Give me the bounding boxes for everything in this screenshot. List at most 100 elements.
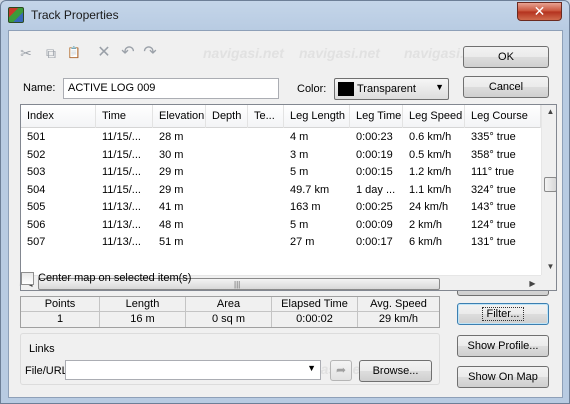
color-dropdown-value: Transparent [357,83,416,95]
browse-button[interactable]: Browse... [359,360,432,382]
table-cell: 24 km/h [409,201,449,213]
table-cell [248,234,284,251]
filter-button[interactable]: Filter... [457,303,549,325]
scroll-corner [541,275,556,290]
undo-icon[interactable]: ↶ [119,44,137,62]
column-header[interactable]: Elevation [153,105,206,128]
ok-button[interactable]: OK [463,46,549,68]
track-stats: Points 1 Length 16 m Area 0 sq m Elapsed… [20,296,440,328]
table-cell: 0:00:19 [356,148,393,161]
file-url-combobox[interactable]: ▼ [65,360,321,380]
table-cell: 0:00:23 [356,131,393,143]
table-cell: 506 [27,218,46,231]
scroll-down-icon[interactable]: ▼ [542,262,556,271]
table-cell: 11/13/... [102,201,141,213]
color-swatch [338,82,354,96]
column-header[interactable]: Leg Time [350,105,403,128]
table-cell: 3 m [290,148,309,161]
table-row[interactable]: 504 11/15/... 29 m 49.7 km 1 day ... 1.1 km/h… [21,182,541,199]
track-points-table[interactable]: Index Time Elevation Depth Te... Leg Length Le… [20,104,557,291]
delete-icon[interactable]: ✕ [95,44,113,62]
table-cell [206,234,248,251]
table-cell: 48 m [159,218,184,231]
filter-button-label: Filter... [482,307,524,321]
column-header[interactable]: Leg Length [284,105,350,128]
table-cell: 501 [27,131,46,143]
go-arrow-icon: ➦ [335,363,347,377]
copy-icon[interactable]: ⧉ [42,44,60,62]
track-properties-window: Track Properties ✕ navigasi.net navigasi… [0,0,570,404]
table-cell: 11/15/... [102,131,141,143]
table-row[interactable]: 502 11/15/... 30 m 3 m 0:00:19 0.5 km/h 358° t… [21,147,541,164]
table-cell [248,147,284,164]
table-row[interactable]: 501 11/15/... 28 m 4 m 0:00:23 0.6 km/h 335° t… [21,129,541,146]
table-cell: 111° true [471,166,515,178]
table-cell: 11/13/... [102,236,141,248]
stat-value: 0:00:02 [296,313,333,325]
cancel-button[interactable]: Cancel [463,76,549,98]
table-cell: 0:00:17 [356,236,393,248]
vertical-scroll-thumb[interactable] [544,177,556,192]
table-cell: 358° true [471,148,516,161]
open-link-button[interactable]: ➦ [330,360,352,381]
name-label: Name: [23,82,56,94]
table-cell: 0:00:15 [356,166,393,178]
stat-length: Length 16 m [100,297,186,327]
close-button[interactable]: ✕ [517,2,562,21]
table-cell: 335° true [471,131,516,143]
table-cell: 502 [27,148,46,161]
table-row[interactable]: 503 11/15/... 29 m 5 m 0:00:15 1.2 km/h 111° t… [21,164,541,181]
table-cell: 4 m [290,131,309,143]
window-title: Track Properties [31,8,119,22]
center-map-checkbox[interactable] [21,272,34,285]
stat-header: Elapsed Time [272,297,357,312]
table-cell [206,129,248,146]
scroll-right-icon[interactable]: ▶ [524,279,541,288]
table-cell [206,164,248,181]
table-cell: 29 m [159,183,184,196]
color-dropdown[interactable]: Transparent ▼ [334,78,449,100]
show-profile-button[interactable]: Show Profile... [457,335,549,357]
table-row[interactable]: 506 11/13/... 48 m 5 m 0:00:09 2 km/h 124° tru… [21,217,541,234]
column-header[interactable]: Depth [206,105,248,128]
table-cell: 1.1 km/h [409,183,452,196]
table-cell [206,182,248,199]
name-input[interactable]: ACTIVE LOG 009 [63,78,279,99]
stat-header: Avg. Speed [358,297,439,312]
column-header[interactable]: Te... [248,105,284,128]
stat-area: Area 0 sq m [186,297,272,327]
file-url-label: File/URL: [25,365,71,377]
center-map-label[interactable]: Center map on selected item(s) [38,272,191,284]
title-bar[interactable]: Track Properties ✕ [1,1,569,30]
table-cell: 143° true [471,201,516,213]
table-cell: 505 [27,201,46,213]
dialog-body: navigasi.net navigasi.net navigasi.net n… [8,30,563,398]
scissors-icon[interactable]: ✂ [17,44,35,62]
column-header[interactable]: Index [21,105,96,128]
column-header[interactable]: Leg Speed [403,105,465,128]
stat-value: 16 m [130,313,155,325]
table-row[interactable]: 505 11/13/... 41 m 163 m 0:00:25 24 km/h 143° … [21,199,541,216]
redo-icon[interactable]: ↷ [141,44,159,62]
table-cell: 0:00:09 [356,218,393,231]
color-label: Color: [297,83,327,95]
table-cell: 2 km/h [409,218,443,231]
table-row[interactable]: 507 11/13/... 51 m 27 m 0:00:17 6 km/h 131° tr… [21,234,541,251]
table-cell [248,129,284,146]
paste-icon[interactable]: 📋 [65,44,83,62]
table-cell: 163 m [290,201,321,213]
table-cell: 11/15/... [102,183,141,196]
column-header[interactable]: Time [96,105,153,128]
table-cell: 504 [27,183,46,196]
table-cell: 1.2 km/h [409,166,452,178]
table-cell: 11/15/... [102,148,141,161]
vertical-scrollbar[interactable]: ▲ ▼ [541,105,556,275]
column-header[interactable]: Leg Course [465,105,541,128]
watermark: navigasi.net [203,45,284,61]
table-cell [248,217,284,234]
watermark: navigasi.net [299,45,380,61]
chevron-down-icon: ▼ [307,363,316,373]
show-on-map-button[interactable]: Show On Map [457,366,549,388]
scroll-up-icon[interactable]: ▲ [542,107,556,116]
stat-value: 29 km/h [378,313,419,325]
